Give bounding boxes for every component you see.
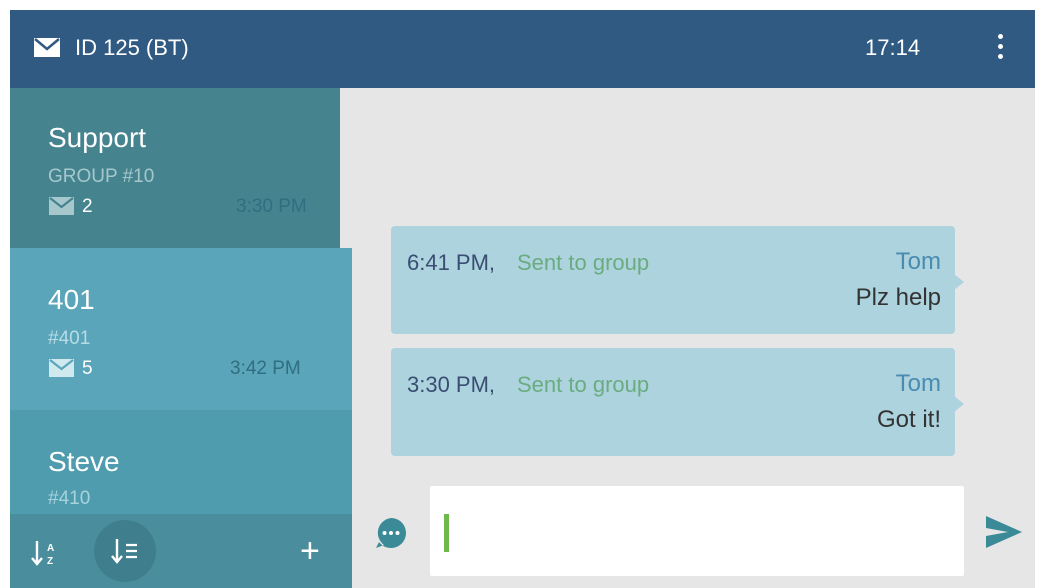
conversation-item-steve[interactable]: Steve #410 [10,410,352,520]
send-icon[interactable] [984,512,1024,552]
more-vert-icon[interactable] [994,34,1006,66]
message-sender: Tom [895,248,941,275]
message-status: Sent to group [517,250,650,275]
header-title: ID 125 (BT) [75,35,189,60]
message-time: 6:41 PM, [407,250,496,275]
message-status: Sent to group [517,372,650,397]
sort-list-icon [111,539,137,564]
sort-alpha-icon[interactable]: A Z [30,538,60,568]
header-bar: ID 125 (BT) 17:14 [10,10,1035,88]
message-time: 3:30 PM, [407,372,496,397]
conversation-subtitle: GROUP #10 [48,166,155,187]
message-text: Got it! [876,406,941,433]
chat-bubble-icon[interactable] [373,515,409,551]
message-bubble[interactable]: 3:30 PM, Sent to group Tom Got it! [391,348,964,456]
header-clock: 17:14 [865,35,921,60]
text-caret [444,514,449,552]
conversation-time: 3:30 PM [236,196,307,217]
conversation-time: 3:42 PM [230,358,301,379]
message-text: Plz help [855,284,941,311]
svg-text:Z: Z [47,556,53,567]
sort-list-button[interactable] [94,520,156,582]
unread-count: 2 [82,196,93,217]
conversation-subtitle: #401 [48,328,91,349]
message-bubble[interactable]: 6:41 PM, Sent to group Tom Plz help [391,226,964,334]
conversation-name: 401 [48,284,95,315]
message-sender: Tom [895,370,941,397]
app-screen: ID 125 (BT) 17:14 Support GROUP #10 2 3:… [10,10,1035,588]
add-icon[interactable]: + [300,534,320,568]
mail-icon [34,38,60,57]
conversation-item-401[interactable]: 401 #401 5 3:42 PM [10,248,352,410]
conversation-list: Support GROUP #10 2 3:30 PM 401 #401 5 3… [10,88,352,588]
unread-mail-icon [49,197,74,215]
conversation-name: Steve [48,446,120,477]
unread-mail-icon [49,359,74,377]
svg-text:A: A [47,543,54,554]
message-input[interactable] [430,486,964,576]
conversation-subtitle: #410 [48,488,91,509]
conversation-name: Support [48,122,147,153]
conversation-item-support[interactable]: Support GROUP #10 2 3:30 PM [10,88,340,248]
sidebar-toolbar: A Z + [10,514,352,588]
unread-count: 5 [82,358,93,379]
